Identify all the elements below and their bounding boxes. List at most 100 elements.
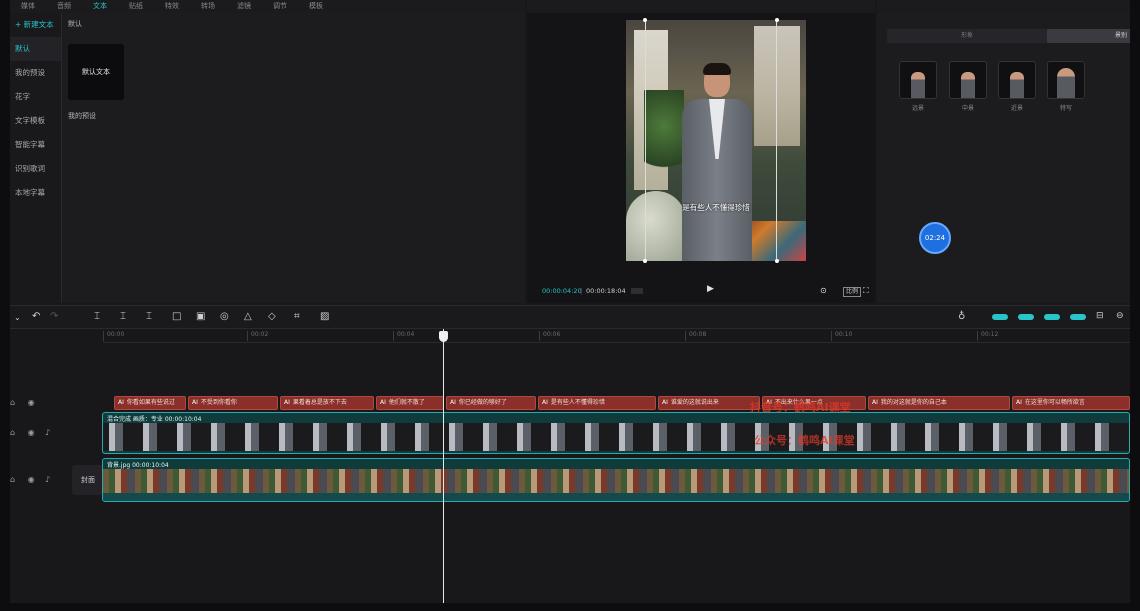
text-clip[interactable]: AI 是有些人不懂得珍惜 (538, 396, 656, 410)
main-track-controls: ⌂ ◉ ♪ (10, 475, 50, 484)
mirror-icon[interactable]: △ (244, 311, 252, 322)
sidebar-item-my-presets[interactable]: 我的预设 (10, 61, 61, 85)
tab-media[interactable]: 媒体 (10, 0, 46, 13)
ruler-tick: 00:02 (247, 331, 268, 341)
ruler-tick: 00:04 (393, 331, 414, 341)
crop-icon[interactable]: ⌗ (294, 311, 300, 322)
timer-badge[interactable]: 02:24 (919, 222, 951, 254)
shot-thumb-close[interactable] (998, 61, 1036, 99)
track-audio-icon[interactable]: ♪ (45, 428, 50, 437)
video-player: 是有些人不懂得珍惜 00:00:04:20 | 00:00:18:04 ▶ ⊙ … (527, 0, 875, 303)
tab-text[interactable]: 文本 (82, 0, 118, 13)
split-icon[interactable]: ⌶ (94, 311, 100, 322)
fullscreen-icon[interactable]: ⛶ (863, 286, 869, 296)
undo-icon[interactable]: ↶ (32, 311, 40, 322)
rotate-icon[interactable]: ◇ (268, 311, 276, 322)
image-icon[interactable]: ▨ (320, 311, 329, 322)
crop-handle[interactable] (643, 259, 647, 263)
section-default-title: 默认 (68, 20, 82, 28)
track-visible-icon[interactable]: ◉ (28, 428, 35, 437)
shot-label-long: 远景 (911, 105, 924, 112)
select-tool-icon[interactable]: ⌄ (14, 313, 21, 322)
crop-handle[interactable] (643, 18, 647, 22)
ai-tag: AI (662, 399, 668, 406)
link-toggle-icon[interactable] (992, 314, 1008, 320)
segment-avatar[interactable]: 形象 (887, 29, 1047, 43)
total-timecode: 00:00:18:04 (586, 287, 626, 295)
sidebar-item-auto-captions[interactable]: 智能字幕 (10, 133, 61, 157)
reverse-icon[interactable]: ◎ (220, 311, 229, 322)
crop-handle[interactable] (775, 18, 779, 22)
text-clip[interactable]: AI 你已经做的够好了 (446, 396, 536, 410)
background-clip[interactable]: 背景.jpg 00:00:10:04 (102, 458, 1130, 502)
video-clip-label: 混合完成 画质：专业 00:00:10:04 (107, 416, 202, 423)
sidebar-item-default[interactable]: 默认 (10, 37, 61, 61)
ai-tag: AI (542, 399, 548, 406)
aspect-ratio-button[interactable]: 比例 (843, 287, 862, 297)
track-lock-icon[interactable]: ⌂ (10, 475, 15, 484)
tab-templates[interactable]: 模板 (298, 0, 334, 13)
video-clip[interactable]: 混合完成 画质：专业 00:00:10:04 (102, 412, 1130, 454)
text-clip-label: 谁爱的这就说出来 (670, 399, 719, 406)
segment-shot-size[interactable]: 景别 (1047, 29, 1130, 43)
shot-thumb-closeup[interactable] (1047, 61, 1085, 99)
text-clip[interactable]: AI 他们就不散了 (376, 396, 444, 410)
split-left-icon[interactable]: ⌶ (120, 311, 126, 322)
playhead-handle[interactable] (439, 331, 448, 342)
track-audio-icon[interactable]: ♪ (45, 475, 50, 484)
track-visible-icon[interactable]: ◉ (28, 398, 35, 407)
snap-toggle-icon[interactable] (1018, 314, 1034, 320)
ai-tag: AI (450, 399, 456, 406)
text-clip[interactable]: AI 你看如果有些说过 (114, 396, 186, 410)
text-clip[interactable]: AI 我的对这就是你的自己本 (868, 396, 1010, 410)
tab-adjust[interactable]: 调节 (262, 0, 298, 13)
tab-stickers[interactable]: 贴纸 (118, 0, 154, 13)
cover-button[interactable]: 封面 (72, 465, 104, 495)
playhead-line[interactable] (443, 329, 444, 603)
caption-icon[interactable]: ⊟ (1096, 311, 1104, 321)
tab-effects[interactable]: 特效 (154, 0, 190, 13)
text-clip[interactable]: AI 不受到你看你 (188, 396, 278, 410)
text-clip[interactable]: AI 谁爱的这就说出来 (658, 396, 760, 410)
sidebar-item-lyrics[interactable]: 识别歌词 (10, 157, 61, 181)
crop-frame[interactable] (643, 18, 779, 263)
figure-thumbnail (911, 72, 925, 98)
timeline-ruler[interactable]: 00:00 00:02 00:04 00:06 00:08 00:10 00:1… (103, 329, 1130, 343)
shot-label-close: 近景 (1010, 105, 1023, 112)
tab-filters[interactable]: 滤镜 (226, 0, 262, 13)
track-lock-icon[interactable]: ⌂ (10, 428, 15, 437)
fit-view-icon[interactable]: ⊙ (820, 286, 827, 295)
sidebar-item-new-text[interactable]: + 新建文本 (10, 13, 61, 37)
text-clip[interactable]: AI 果看着总是放不下去 (280, 396, 374, 410)
split-right-icon[interactable]: ⌶ (146, 311, 152, 322)
tab-transitions[interactable]: 转场 (190, 0, 226, 13)
text-clip-label: 果看着总是放不下去 (292, 399, 347, 406)
text-clip-label: 是有些人不懂得珍惜 (550, 399, 605, 406)
delete-icon[interactable]: □ (172, 311, 181, 322)
crop-handle[interactable] (775, 259, 779, 263)
tab-audio[interactable]: 音频 (46, 0, 82, 13)
audio-waveform (103, 493, 1129, 501)
freeze-icon[interactable]: ▣ (196, 311, 205, 322)
background-thumbnail-strip (103, 469, 1129, 493)
track-visible-icon[interactable]: ◉ (28, 475, 35, 484)
play-icon[interactable]: ▶ (707, 284, 714, 294)
shot-thumb-long[interactable] (899, 61, 937, 99)
track-lock-icon[interactable]: ⌂ (10, 398, 15, 407)
current-timecode: 00:00:04:20 (542, 287, 582, 295)
sidebar-item-text-templates[interactable]: 文字模板 (10, 109, 61, 133)
redo-icon[interactable]: ↷ (50, 311, 58, 322)
preview-axis-icon[interactable] (1044, 314, 1060, 320)
ai-tag: AI (192, 399, 198, 406)
player-header (527, 0, 875, 13)
sidebar-item-fancy-text[interactable]: 花字 (10, 85, 61, 109)
shot-label-closeup: 特写 (1059, 105, 1072, 112)
microphone-icon[interactable]: ♁ (958, 311, 965, 322)
sidebar-item-local-captions[interactable]: 本地字幕 (10, 181, 61, 205)
default-text-tile[interactable]: 默认文本 (68, 44, 124, 100)
shot-thumb-medium[interactable] (949, 61, 987, 99)
segment-control: 形象 景别 (887, 29, 1130, 43)
zoom-icon[interactable]: ⊖ (1116, 311, 1124, 321)
main-track-magnet-icon[interactable] (1070, 314, 1086, 320)
text-clip[interactable]: AI 在这里你可以畅所欲言 (1012, 396, 1130, 410)
